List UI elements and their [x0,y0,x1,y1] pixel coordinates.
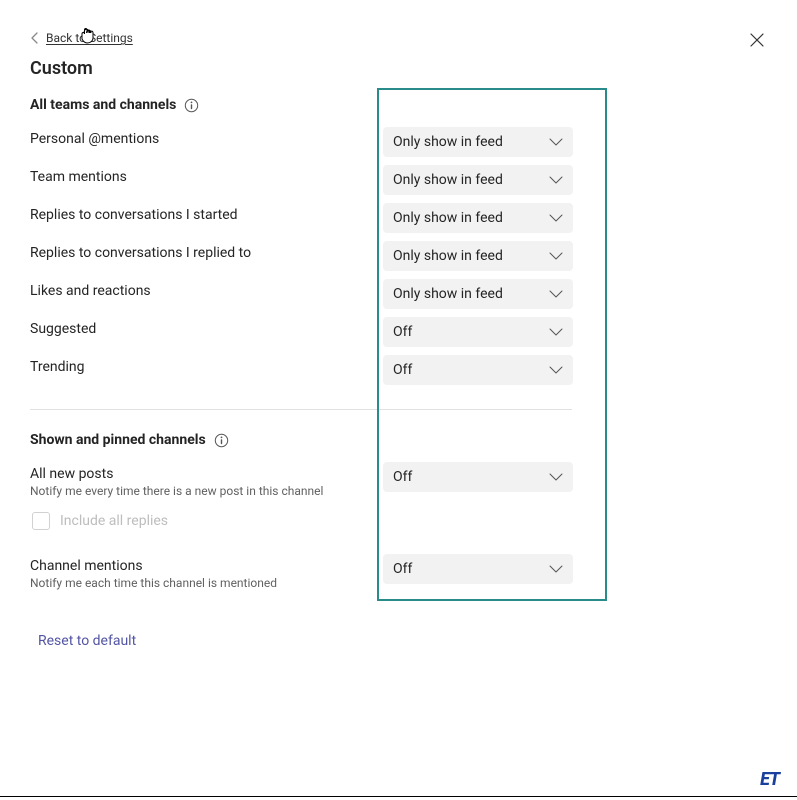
chevron-down-icon [549,137,563,147]
setting-label: Replies to conversations I replied to [30,245,363,261]
chevron-down-icon [549,251,563,261]
section-all-teams-header: All teams and channels [30,97,176,113]
dropdown-value: Only show in feed [393,210,503,226]
setting-dropdown[interactable]: Only show in feed [383,127,573,157]
setting-dropdown[interactable]: Off [383,355,573,385]
info-icon[interactable] [184,98,199,113]
chevron-down-icon [549,289,563,299]
close-icon [750,33,764,47]
setting-label: Suggested [30,321,363,337]
dropdown-value: Off [393,561,412,577]
setting-label: Personal @mentions [30,131,363,147]
chevron-down-icon [549,472,563,482]
all-new-posts-sublabel: Notify me every time there is a new post… [30,484,363,498]
setting-dropdown[interactable]: Only show in feed [383,165,573,195]
setting-dropdown[interactable]: Off [383,317,573,347]
setting-dropdown[interactable]: Only show in feed [383,279,573,309]
setting-label: Likes and reactions [30,283,363,299]
section-shown-pinned-header: Shown and pinned channels [30,432,206,448]
close-button[interactable] [745,28,769,52]
dropdown-value: Only show in feed [393,134,503,150]
chevron-down-icon [549,327,563,337]
setting-label: Team mentions [30,169,363,185]
setting-label: Trending [30,359,363,375]
watermark: ET [760,769,779,790]
back-to-settings-link[interactable]: Back to Settings [46,31,133,45]
channel-mentions-label: Channel mentions [30,558,363,574]
chevron-down-icon [549,175,563,185]
page-title: Custom [30,58,767,79]
dropdown-value: Only show in feed [393,286,503,302]
all-new-posts-dropdown[interactable]: Off [383,462,573,492]
setting-dropdown[interactable]: Only show in feed [383,241,573,271]
reset-to-default-link[interactable]: Reset to default [38,633,136,649]
include-all-replies-checkbox[interactable] [32,512,50,530]
dropdown-value: Only show in feed [393,172,503,188]
divider [30,409,572,410]
dropdown-value: Only show in feed [393,248,503,264]
setting-label: Replies to conversations I started [30,207,363,223]
chevron-down-icon [549,213,563,223]
channel-mentions-dropdown[interactable]: Off [383,554,573,584]
channel-mentions-sublabel: Notify me each time this channel is ment… [30,576,363,590]
all-new-posts-label: All new posts [30,466,363,482]
include-all-replies-label: Include all replies [60,513,168,529]
dropdown-value: Off [393,324,412,340]
chevron-down-icon [549,564,563,574]
chevron-left-icon [30,32,40,44]
dropdown-value: Off [393,469,412,485]
bottom-border [0,796,797,797]
chevron-down-icon [549,365,563,375]
info-icon[interactable] [214,433,229,448]
setting-dropdown[interactable]: Only show in feed [383,203,573,233]
dropdown-value: Off [393,362,412,378]
